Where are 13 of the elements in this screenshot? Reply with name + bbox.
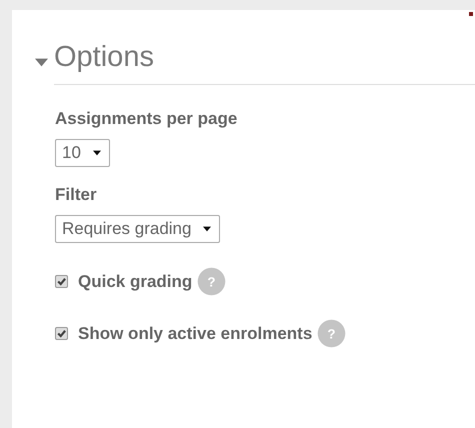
caret-icon: [92, 148, 101, 157]
caret-icon: [203, 224, 212, 233]
dropdown-select[interactable]: Requires grading: [55, 214, 220, 243]
checkbox-label: Show only active enrolments: [78, 324, 312, 344]
section-title: Options: [54, 40, 475, 85]
corner-mark: [469, 12, 473, 16]
checkbox[interactable]: [55, 275, 68, 288]
checkbox[interactable]: [55, 327, 68, 340]
field-label: Assignments per page: [55, 108, 238, 129]
dropdown-select[interactable]: 10: [55, 138, 110, 167]
field-label: Filter: [55, 184, 98, 205]
checkbox-label: Quick grading: [78, 272, 192, 292]
expand-toggle-icon[interactable]: [35, 56, 48, 69]
